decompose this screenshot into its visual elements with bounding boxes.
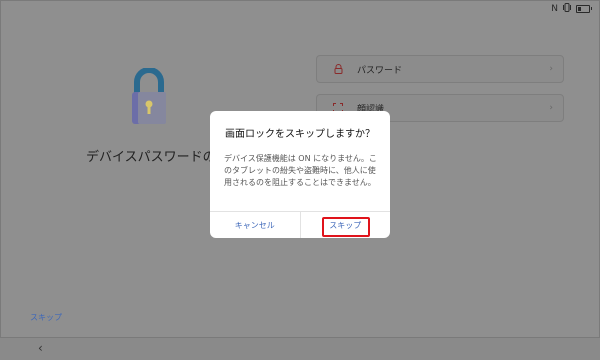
- battery-icon: [576, 5, 592, 13]
- option-password-label: パスワード: [357, 65, 403, 76]
- nfc-icon: N: [551, 4, 558, 14]
- cancel-button[interactable]: キャンセル: [210, 212, 300, 238]
- back-icon[interactable]: ‹: [38, 341, 43, 355]
- lock-illustration-icon: [128, 67, 170, 126]
- chevron-right-icon: ›: [549, 64, 553, 74]
- screen: N デバイスパスワードの設定 パスワード › 顔認識 › スキップ ‹ 画面ロッ…: [0, 0, 600, 360]
- vibrate-icon: [563, 3, 571, 15]
- skip-button-highlight: [322, 217, 370, 237]
- option-password[interactable]: パスワード ›: [316, 55, 564, 83]
- navigation-bar: ‹: [0, 337, 600, 360]
- skip-link[interactable]: スキップ: [30, 312, 62, 323]
- chevron-right-icon: ›: [549, 103, 553, 113]
- dialog-message: デバイス保護機能は ON になりません。このタブレットの紛失や盗難時に、他人に使…: [224, 154, 377, 187]
- dialog-title: 画面ロックをスキップしますか？: [225, 129, 375, 140]
- lock-icon: [331, 64, 345, 74]
- status-bar: N: [551, 3, 592, 15]
